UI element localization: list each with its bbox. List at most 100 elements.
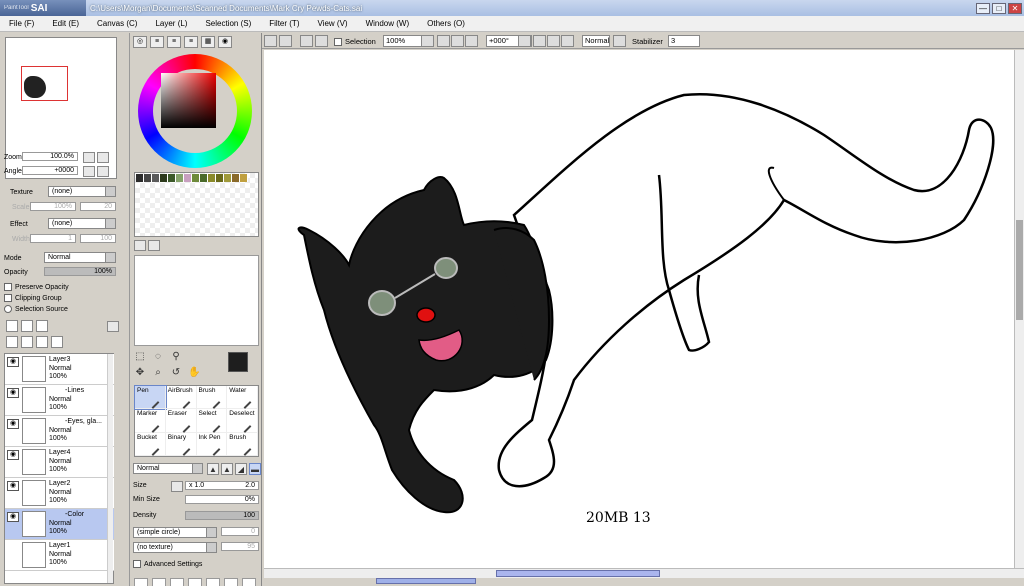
color-swatch[interactable] [176,174,184,182]
zoom-dropdown-icon[interactable] [421,35,434,47]
menu-file[interactable]: File (F) [0,19,43,28]
shape-soft-icon[interactable]: ▲ [221,463,233,475]
scratchpad-area[interactable] [134,255,259,346]
new-layer-icon[interactable] [6,320,18,332]
brush-deselect[interactable]: Deselect [227,409,258,433]
layer-row[interactable]: ◉ -Lines Normal 100% [5,385,114,416]
magic-wand-icon[interactable]: ⚲ [170,351,182,363]
delete-layer-icon[interactable] [51,336,63,348]
layer-row-selected[interactable]: ◉ -Color Normal 100% [5,509,114,540]
opacity-slider[interactable]: 100% [44,267,116,276]
eye-icon[interactable]: ◉ [7,388,19,398]
drawing-canvas[interactable]: 20MB 13 [264,50,1014,568]
color-swatch[interactable] [200,174,208,182]
brush-size-preset[interactable] [134,578,148,586]
brush-ink-pen[interactable]: Ink Pen [196,432,228,456]
rotate-reset-button[interactable] [97,166,109,177]
menu-edit[interactable]: Edit (E) [43,19,88,28]
brush-pen[interactable]: Pen [134,384,167,411]
menu-selection[interactable]: Selection (S) [196,19,260,28]
brush-binary[interactable]: Binary [165,432,197,456]
brush-eraser[interactable]: Eraser [165,409,197,433]
menu-filter[interactable]: Filter (T) [260,19,308,28]
min-size-slider[interactable]: 0% [185,495,259,504]
brush-airbrush[interactable]: AirBrush [165,386,197,410]
layer-list-scrollbar[interactable] [107,354,113,583]
texture-select[interactable]: (none) [48,186,116,197]
document-tab[interactable] [376,578,476,584]
hsv-slider-tab-icon[interactable]: ≡ [167,36,181,48]
vertical-scroll-thumb[interactable] [1016,220,1023,320]
zoom-in-button[interactable] [97,152,109,163]
merge-down-icon[interactable] [21,336,33,348]
menu-window[interactable]: Window (W) [357,19,419,28]
rotate-left-button[interactable] [83,166,95,177]
color-swatch[interactable] [232,174,240,182]
size-multiplier-button[interactable] [171,481,183,492]
shape-sharp-icon[interactable]: ▲ [207,463,219,475]
new-folder-icon[interactable] [36,320,48,332]
advanced-settings-row[interactable]: Advanced Settings [133,558,202,570]
trim-icon[interactable] [315,35,328,47]
color-swatch[interactable] [160,174,168,182]
effect-select[interactable]: (none) [48,218,116,229]
deselect-icon[interactable] [279,35,292,47]
brush-blend-select[interactable]: Normal [133,463,203,474]
canvas-horizontal-scrollbar[interactable] [264,568,1024,578]
new-linework-layer-icon[interactable] [21,320,33,332]
color-swatch[interactable] [152,174,160,182]
swatches-tab-icon[interactable]: ▦ [201,36,215,48]
zoom-out-icon[interactable] [437,35,450,47]
color-swatch[interactable] [136,174,144,182]
preserve-opacity-checkbox[interactable] [4,283,12,291]
color-wheel-tab-icon[interactable]: ◎ [133,36,147,48]
brush-bucket[interactable]: Bucket [135,432,166,456]
selection-checkbox[interactable] [334,38,342,47]
rgb-slider-tab-icon[interactable]: ≡ [150,36,164,48]
advanced-settings-checkbox[interactable] [133,560,141,568]
brush-size-preset[interactable] [242,578,256,586]
rotate-ccw-icon[interactable] [533,35,546,47]
color-swatch[interactable] [184,174,192,182]
rotate-reset-icon[interactable] [561,35,574,47]
rotate-icon[interactable]: ↺ [170,367,182,379]
menu-view[interactable]: View (V) [308,19,356,28]
flip-icon[interactable] [613,35,626,47]
shape-flat-icon[interactable]: ▬ [249,463,261,475]
minimize-button[interactable]: — [976,2,990,14]
rotate-cw-icon[interactable] [547,35,560,47]
move-icon[interactable]: ✥ [134,367,146,379]
eye-icon[interactable]: ◉ [7,450,19,460]
clipping-group-checkbox[interactable] [4,294,12,302]
close-button[interactable]: ✕ [1008,2,1022,14]
eye-icon[interactable]: ◉ [7,419,19,429]
stabilizer-select[interactable]: 3 [668,35,700,47]
color-palette-tab-icon[interactable]: ◉ [218,36,232,48]
zoom-in-icon[interactable] [451,35,464,47]
clear-layer-icon[interactable] [36,336,48,348]
zoom-slider[interactable]: 100.0% [22,152,78,161]
menu-layer[interactable]: Layer (L) [146,19,196,28]
foreground-color[interactable] [228,352,248,372]
color-swatch[interactable] [192,174,200,182]
brush-size-preset[interactable] [152,578,166,586]
palette-left-button[interactable] [134,240,146,251]
color-swatch[interactable] [208,174,216,182]
palette-right-button[interactable] [148,240,160,251]
brush-select[interactable]: Select [196,409,228,433]
eye-icon[interactable]: ◉ [7,481,19,491]
layer-row[interactable]: ◉ -Eyes, gla... Normal 100% [5,416,114,447]
color-swatch[interactable] [240,174,248,182]
color-swatch[interactable] [168,174,176,182]
selection-source-row[interactable]: Selection Source [4,303,68,315]
swatch-palette[interactable] [134,172,259,237]
menu-others[interactable]: Others (O) [418,19,474,28]
rect-select-icon[interactable]: ⬚ [134,351,146,363]
brush-brush-2[interactable]: Brush [227,432,258,456]
zoom-icon[interactable]: ⌕ [152,367,164,379]
color-swatch[interactable] [144,174,152,182]
scratchpad-tab-icon[interactable]: ≡ [184,36,198,48]
select-all-icon[interactable] [264,35,277,47]
color-swatch[interactable] [216,174,224,182]
canvas-vertical-scrollbar[interactable] [1014,50,1024,568]
